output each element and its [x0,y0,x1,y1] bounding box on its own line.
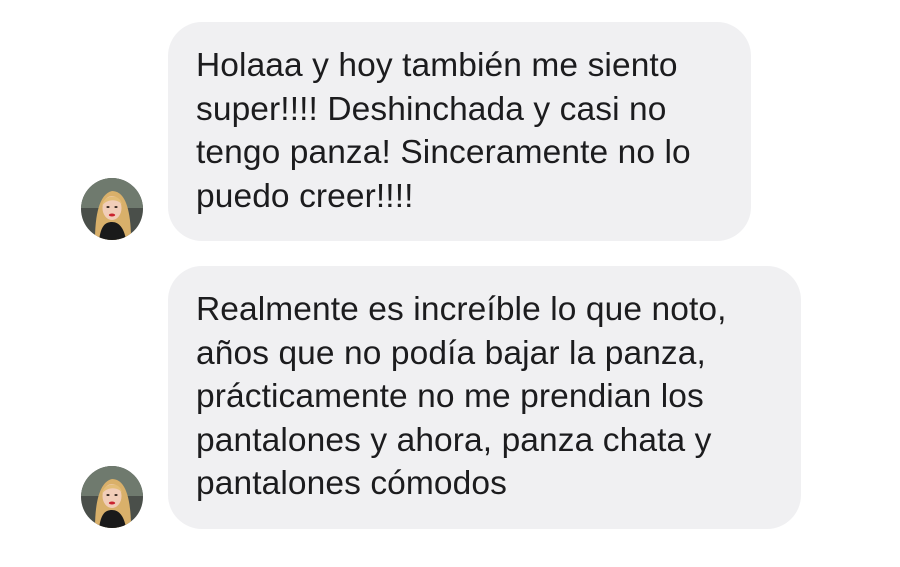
message-bubble[interactable]: Holaaa y hoy también me siento super!!!!… [168,22,751,241]
message-text: Realmente es increíble lo que noto, años… [196,291,727,502]
message-row: Holaaa y hoy también me siento super!!!!… [0,22,900,242]
message-row: Realmente es increíble lo que noto, años… [0,266,900,530]
message-bubble[interactable]: Realmente es increíble lo que noto, años… [168,266,801,529]
user-avatar-photo-icon[interactable] [81,466,143,528]
message-text: Holaaa y hoy también me siento super!!!!… [196,47,691,215]
chat-thread: Holaaa y hoy también me siento super!!!!… [0,0,900,567]
user-avatar-photo-icon[interactable] [81,178,143,240]
